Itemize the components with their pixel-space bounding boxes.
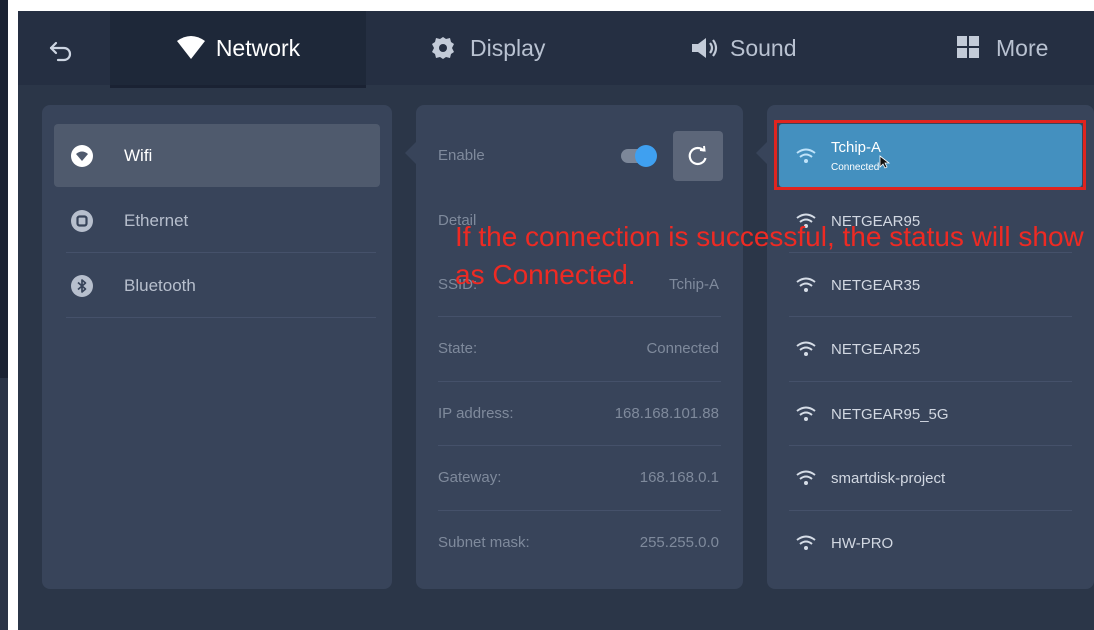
subnet-mask-label: Subnet mask: bbox=[438, 534, 530, 551]
speaker-icon bbox=[690, 35, 718, 61]
wifi-detail-panel: Enable Detail SSID: Tchip-A State: Conne… bbox=[416, 105, 743, 589]
grid-icon bbox=[956, 35, 984, 61]
refresh-button[interactable] bbox=[673, 131, 723, 181]
state-value: Connected bbox=[646, 340, 719, 357]
left-edge-strip-lower bbox=[0, 378, 8, 630]
sidebar-item-bluetooth[interactable]: Bluetooth bbox=[54, 254, 380, 317]
tab-label: Sound bbox=[730, 34, 797, 61]
divider bbox=[66, 317, 376, 318]
network-ssid: NETGEAR95_5G bbox=[831, 405, 949, 423]
tab-network[interactable]: Network bbox=[110, 11, 366, 88]
enable-label: Enable bbox=[438, 147, 485, 164]
connected-highlight-box bbox=[774, 120, 1086, 190]
wifi-signal-icon bbox=[796, 406, 816, 421]
divider bbox=[66, 252, 376, 253]
tab-label: Network bbox=[215, 34, 301, 61]
sidebar-item-ethernet[interactable]: Ethernet bbox=[54, 189, 380, 252]
network-ssid: smartdisk-project bbox=[831, 469, 946, 487]
enable-toggle[interactable] bbox=[621, 145, 657, 167]
tab-label: Display bbox=[470, 34, 546, 61]
gear-icon bbox=[430, 35, 458, 61]
sidebar-item-label: Ethernet bbox=[124, 210, 189, 230]
state-label: State: bbox=[438, 340, 478, 357]
gateway-label: Gateway: bbox=[438, 469, 502, 486]
subnet-mask-row: Subnet mask: 255.255.0.0 bbox=[416, 511, 743, 575]
network-item[interactable]: NETGEAR95_5G bbox=[779, 382, 1082, 446]
wifi-signal-icon bbox=[796, 470, 816, 485]
network-item[interactable]: NETGEAR25 bbox=[779, 317, 1082, 381]
panel-pointer bbox=[405, 142, 416, 164]
connection-type-panel: Wifi Ethernet Bluetooth bbox=[42, 105, 392, 589]
network-item[interactable]: smartdisk-project bbox=[779, 446, 1082, 510]
sidebar-item-label: Bluetooth bbox=[124, 275, 196, 295]
network-ssid: NETGEAR25 bbox=[831, 340, 921, 358]
subnet-mask-value: 255.255.0.0 bbox=[639, 534, 719, 551]
settings-screen: Network Display Sound More Wifi Ethernet… bbox=[18, 11, 1094, 630]
ip-address-value: 168.168.101.88 bbox=[614, 405, 719, 422]
panel-pointer bbox=[756, 142, 767, 164]
ethernet-icon bbox=[71, 209, 93, 232]
network-ssid: HW-PRO bbox=[831, 534, 894, 552]
ip-address-label: IP address: bbox=[438, 405, 514, 422]
tab-more[interactable]: More bbox=[956, 11, 1048, 85]
refresh-icon bbox=[688, 145, 707, 166]
tab-label: More bbox=[996, 34, 1049, 61]
top-nav-bar: Network Display Sound More bbox=[18, 11, 1094, 88]
state-row: State: Connected bbox=[416, 317, 743, 381]
ip-address-row: IP address: 168.168.101.88 bbox=[416, 382, 743, 446]
wifi-signal-icon bbox=[796, 341, 816, 356]
left-edge-strip bbox=[0, 0, 8, 630]
sidebar-item-wifi[interactable]: Wifi bbox=[54, 124, 380, 187]
annotation-text: If the connection is successful, the sta… bbox=[455, 221, 1084, 290]
bluetooth-icon bbox=[71, 274, 93, 297]
wifi-signal-icon bbox=[796, 535, 816, 550]
network-item[interactable]: HW-PRO bbox=[779, 511, 1082, 575]
tab-sound[interactable]: Sound bbox=[690, 11, 797, 85]
sidebar-item-label: Wifi bbox=[124, 145, 153, 165]
wifi-icon bbox=[176, 35, 205, 61]
gateway-row: Gateway: 168.168.0.1 bbox=[416, 446, 743, 510]
tab-display[interactable]: Display bbox=[430, 11, 545, 85]
wifi-circle-icon bbox=[71, 144, 93, 167]
gateway-value: 168.168.0.1 bbox=[639, 469, 719, 486]
back-arrow-icon[interactable] bbox=[46, 35, 76, 65]
toggle-knob bbox=[635, 145, 657, 167]
